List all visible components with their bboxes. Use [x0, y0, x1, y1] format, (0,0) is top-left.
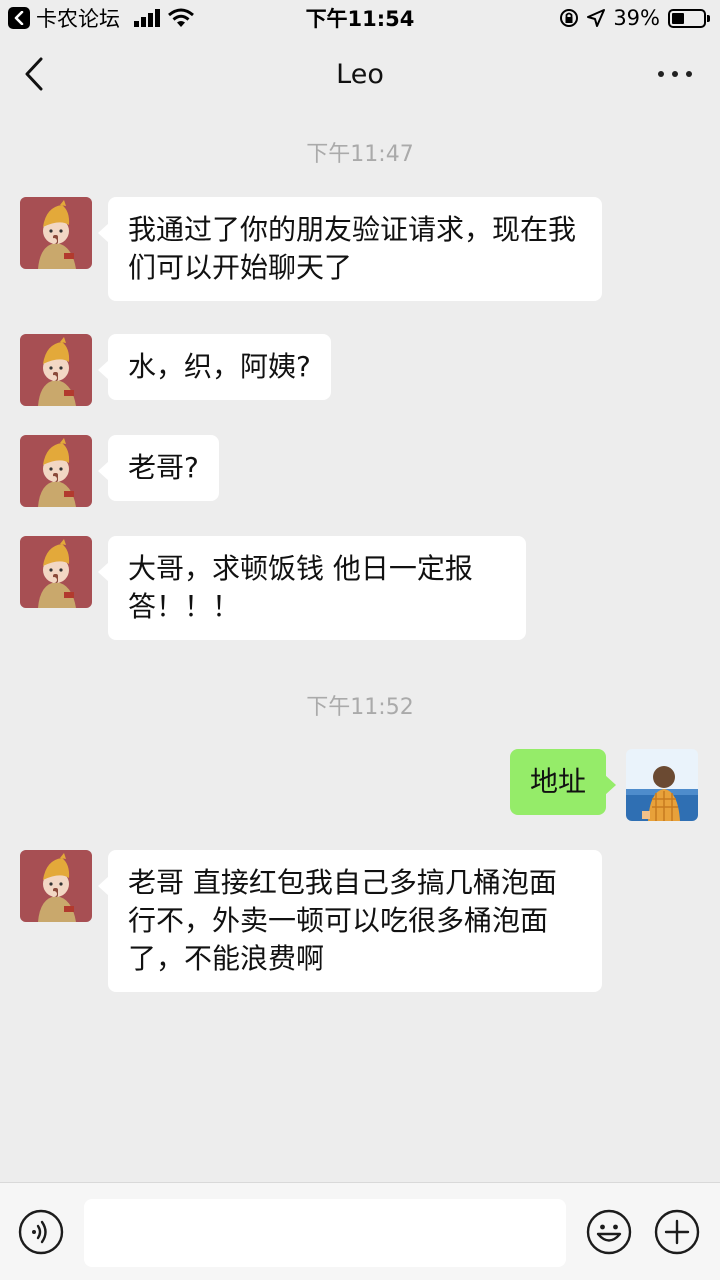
message-bubble[interactable]: 大哥，求顿饭钱 他日一定报答！！！ — [98, 536, 526, 640]
voice-input-button[interactable] — [18, 1209, 64, 1255]
message-row: 大哥，求顿饭钱 他日一定报答！！！ — [0, 536, 720, 644]
status-left: 卡农论坛 — [8, 3, 194, 33]
more-options-button[interactable] — [658, 62, 692, 86]
voice-icon — [18, 1209, 64, 1255]
battery-percent: 39% — [613, 6, 660, 30]
more-dot — [686, 71, 692, 77]
input-bar — [0, 1182, 720, 1280]
nav-bar: Leo — [0, 36, 720, 112]
message-bubble[interactable]: 地址 — [509, 749, 617, 815]
avatar[interactable] — [20, 536, 92, 608]
wifi-icon — [168, 8, 194, 27]
avatar[interactable] — [20, 197, 92, 269]
emoji-button[interactable] — [586, 1209, 632, 1255]
message-bubble[interactable]: 我通过了你的朋友验证请求，现在我们可以开始聊天了 — [98, 197, 602, 301]
message-row: 老哥 直接红包我自己多搞几桶泡面行不，外卖一顿可以吃很多桶泡面了，不能浪费啊 — [0, 850, 720, 995]
more-functions-button[interactable] — [654, 1209, 700, 1255]
message-row: 我通过了你的朋友验证请求，现在我们可以开始聊天了 — [0, 197, 720, 305]
status-bar: 卡农论坛 下午11:54 39% — [0, 0, 720, 36]
chevron-left-icon — [25, 57, 43, 91]
location-arrow-icon — [587, 9, 606, 27]
message-row: 老哥? — [0, 435, 720, 507]
timestamp: 下午11:52 — [306, 695, 414, 720]
back-to-app-button[interactable] — [8, 7, 30, 29]
message-row: 水，织，阿姨? — [0, 334, 720, 406]
chevron-left-icon — [14, 11, 24, 25]
message-input[interactable] — [84, 1199, 566, 1267]
message-bubble[interactable]: 老哥 直接红包我自己多搞几桶泡面行不，外卖一顿可以吃很多桶泡面了，不能浪费啊 — [98, 850, 602, 992]
avatar[interactable] — [20, 850, 92, 922]
status-right: 39% — [559, 6, 710, 30]
more-dot — [672, 71, 678, 77]
avatar[interactable] — [20, 435, 92, 507]
timestamp: 下午11:47 — [306, 142, 414, 167]
chat-title: Leo — [336, 58, 384, 90]
message-bubble[interactable]: 水，织，阿姨? — [98, 334, 331, 400]
battery-level — [672, 12, 684, 24]
emoji-icon — [586, 1209, 632, 1255]
avatar[interactable] — [20, 334, 92, 406]
orientation-lock-icon — [560, 9, 579, 27]
message-row: 地址 — [0, 749, 720, 821]
message-bubble[interactable]: 老哥? — [98, 435, 219, 501]
back-button[interactable] — [24, 56, 54, 92]
avatar[interactable] — [626, 749, 698, 821]
chat-area[interactable]: 下午11:47 我通过了你的朋友验证请求，现在我们可以开始聊天了 水，织，阿姨?… — [0, 112, 720, 1182]
back-app-label[interactable]: 卡农论坛 — [36, 3, 120, 33]
battery-icon — [668, 8, 710, 28]
more-dot — [658, 71, 664, 77]
plus-icon — [654, 1209, 700, 1255]
signal-icon — [134, 9, 160, 27]
